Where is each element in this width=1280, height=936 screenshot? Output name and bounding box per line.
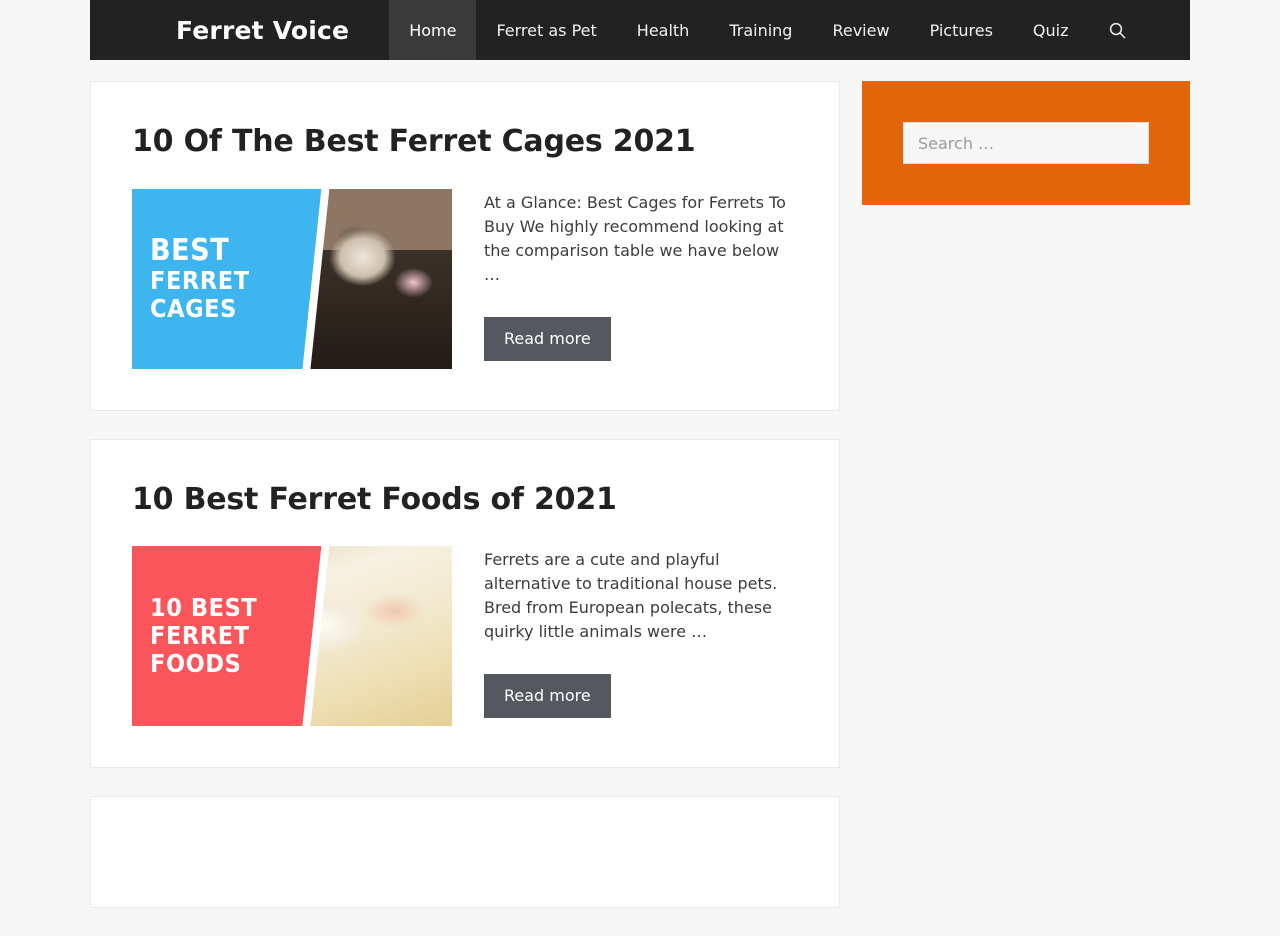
thumbnail-caption-line-3: Cages xyxy=(150,294,237,324)
search-input[interactable] xyxy=(903,122,1149,164)
page-layout: 10 Of The Best Ferret Cages 2021 Best Fe… xyxy=(90,60,1190,936)
nav-item-ferret-as-pet[interactable]: Ferret as Pet xyxy=(476,0,616,60)
nav-item-home[interactable]: Home xyxy=(389,0,477,60)
nav-item-pictures[interactable]: Pictures xyxy=(910,0,1013,60)
thumbnail-caption-line-2: Ferret xyxy=(150,621,250,650)
nav-item-health[interactable]: Health xyxy=(617,0,710,60)
nav-item-quiz[interactable]: Quiz xyxy=(1013,0,1089,60)
thumbnail-caption-line-3: Foods xyxy=(150,649,242,678)
nav-item-ferret-as-pet-label: Ferret as Pet xyxy=(496,20,597,40)
article-title-link[interactable]: 10 Of The Best Ferret Cages 2021 xyxy=(132,123,798,161)
nav-item-review[interactable]: Review xyxy=(812,0,909,60)
nav-item-pictures-label: Pictures xyxy=(929,20,993,40)
read-more-button[interactable]: Read more xyxy=(484,316,611,361)
site-brand-link[interactable]: Ferret Voice xyxy=(90,0,389,60)
article-card: 10 Of The Best Ferret Cages 2021 Best Fe… xyxy=(90,81,840,411)
thumbnail-caption-line-2: Ferret xyxy=(150,266,250,296)
nav-item-training[interactable]: Training xyxy=(709,0,812,60)
primary-navigation-bar: Ferret Voice Home Ferret as Pet Health T… xyxy=(90,0,1190,60)
article-excerpt: Ferrets are a cute and playful alternati… xyxy=(484,550,778,641)
search-widget xyxy=(862,81,1190,205)
article-card xyxy=(90,796,840,908)
thumbnail-caption: Best Ferret Cages xyxy=(150,234,310,324)
article-thumbnail[interactable]: Best Ferret Cages xyxy=(132,188,452,369)
nav-item-home-label: Home xyxy=(409,20,457,40)
main-content-column: 10 Of The Best Ferret Cages 2021 Best Fe… xyxy=(90,60,840,936)
article-body: Best Ferret Cages At a Glance: Best Cage… xyxy=(132,188,798,369)
article-excerpt: At a Glance: Best Cages for Ferrets To B… xyxy=(484,192,786,284)
thumbnail-caption-line-1: 10 Best xyxy=(150,593,258,622)
nav-item-training-label: Training xyxy=(729,20,793,40)
thumbnail-caption-line-1: Best xyxy=(150,232,230,268)
article-card: 10 Best Ferret Foods of 2021 10 Best Fer… xyxy=(90,438,840,768)
article-title-link[interactable]: 10 Best Ferret Foods of 2021 xyxy=(132,481,798,519)
article-body: 10 Best Ferret Foods Ferrets are a cute … xyxy=(132,546,798,726)
nav-item-quiz-label: Quiz xyxy=(1032,20,1069,40)
article-thumbnail[interactable]: 10 Best Ferret Foods xyxy=(132,546,452,726)
read-more-button[interactable]: Read more xyxy=(484,674,611,718)
search-icon xyxy=(1109,22,1126,39)
site-brand-title: Ferret Voice xyxy=(176,15,350,45)
sidebar-column xyxy=(862,60,1190,936)
thumbnail-caption: 10 Best Ferret Foods xyxy=(150,594,310,678)
nav-item-review-label: Review xyxy=(832,20,890,40)
nav-item-health-label: Health xyxy=(636,20,690,40)
nav-menu: Home Ferret as Pet Health Training Revie… xyxy=(389,0,1088,60)
article-excerpt-column: Ferrets are a cute and playful alternati… xyxy=(484,546,798,718)
article-excerpt-column: At a Glance: Best Cages for Ferrets To B… xyxy=(484,189,798,361)
nav-search-toggle[interactable] xyxy=(1089,0,1146,60)
